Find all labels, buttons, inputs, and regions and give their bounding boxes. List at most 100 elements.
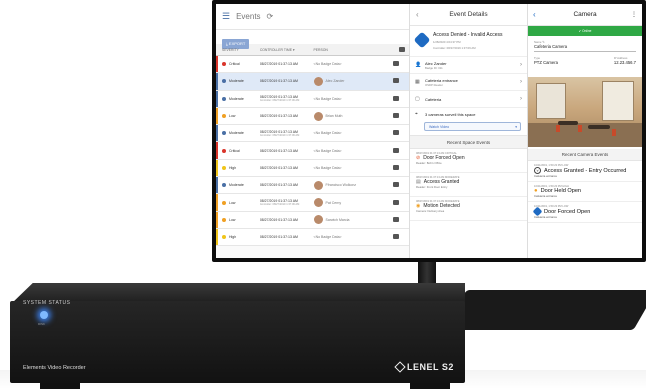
severity-icon <box>222 148 226 153</box>
cell-video[interactable] <box>393 61 409 67</box>
avatar <box>313 111 323 121</box>
cell-severity: Low <box>216 200 254 205</box>
table-row[interactable]: Low 08/27/2019 01:37:13 AM Sarwich Marcia <box>216 211 409 229</box>
camera-info: Name ✎ Cafeteria Camera Type PTZ Camera … <box>528 36 642 75</box>
time-text: 08/27/2019 01:37:13 AM <box>259 62 298 67</box>
event-details-pane: ‹ Event Details Access Denied - Invalid … <box>410 4 528 258</box>
feed-window-left <box>536 83 566 119</box>
severity-text: Critical <box>229 148 240 153</box>
event-name-text: Door Forced Open <box>544 208 591 215</box>
severity-icon <box>222 165 226 170</box>
table-row[interactable]: Low 08/27/2019 01:37:13 AM Brian Muth <box>216 107 409 126</box>
watch-video-dropdown[interactable]: Watch Video ▾ <box>424 122 521 131</box>
event-details-header: ‹ Event Details <box>410 4 527 26</box>
chevron-right-icon: › <box>520 79 522 85</box>
back-chevron-icon[interactable]: ‹ <box>416 10 419 19</box>
time-text: 08/27/2019 01:37:13 AM <box>259 183 298 188</box>
cell-time: 08/27/2019 01:37:13 AM <box>254 114 308 118</box>
export-icon: ⤓ <box>226 41 228 46</box>
list-item[interactable]: 08/27/2019 01:37:13 AM CRITICAL ⊘ Door For… <box>410 149 527 173</box>
chevron-right-icon: › <box>520 62 522 68</box>
controller-sub-text: Controller: 08/27/2019 1:37:06 AM <box>259 203 300 207</box>
list-item[interactable]: 10/21/2019, 1:50:23 PM LOW ˅ Access Grante… <box>528 161 642 182</box>
cell-video[interactable] <box>393 130 409 136</box>
cell-time: 08/27/2019 01:37:13 AM <box>254 183 308 187</box>
column-person[interactable]: PERSON <box>308 48 394 52</box>
person-text: Alec Zander <box>325 79 345 84</box>
camera-title: Camera <box>573 11 597 18</box>
controller-sub-text: Controller: 08/27/2019 1:37:06 AM <box>259 133 300 137</box>
recorder-foot <box>40 383 80 389</box>
cell-severity: High <box>216 165 254 170</box>
list-item[interactable]: 08/27/2019 01:37:13 AM MODERATE ◉ Motion D… <box>410 197 527 221</box>
table-row[interactable]: Moderate 08/27/2019 01:37:13 AM Ffrancisco… <box>216 177 409 195</box>
table-row[interactable]: Low 08/27/2019 01:37:13 AM Controller: 08/… <box>216 194 409 212</box>
cell-person: <No Badge Data> <box>308 131 394 135</box>
avatar <box>313 76 323 86</box>
list-item[interactable]: 08/27/2019 01:37:13 AM MODERATE ▤ Access G… <box>410 173 527 197</box>
severity-bar <box>216 56 218 73</box>
cell-video[interactable] <box>393 95 409 102</box>
table-row[interactable]: Moderate 08/27/2019 01:37:13 AM Controller… <box>216 125 409 143</box>
list-item[interactable]: 10/21/2019, 1:50:23 PM HIGH ● Door Held Op… <box>528 182 642 202</box>
table-row[interactable]: High 08/27/2019 01:37:13 AM <No Badge Data… <box>216 159 409 178</box>
camera-name-value: Cafeteria Camera <box>534 44 636 52</box>
cell-video[interactable] <box>393 147 409 154</box>
time-text: 08/27/2019 01:37:13 AM <box>259 79 298 84</box>
cell-person: Ffrancisco Wolkonz <box>308 180 394 190</box>
cell-video[interactable] <box>393 78 409 84</box>
list-item[interactable]: 10/21/2019, 1:50:23 PM LOW Door Forced Op… <box>528 202 642 223</box>
menu-icon[interactable]: ☰ <box>222 11 230 22</box>
person-text: Sarwich Marcia <box>325 217 350 222</box>
camera-ip-value: 12.23.456.7 <box>613 60 636 65</box>
back-chevron-icon[interactable]: ‹ <box>533 10 536 19</box>
monitor-stand-base <box>443 290 646 330</box>
camera-props: Type PTZ Camera IP Address 12.23.456.7 <box>534 56 636 71</box>
severity-bar <box>216 107 218 125</box>
person-text: <No Badge Data> <box>313 165 342 170</box>
cell-time: 08/27/2019 01:37:13 AM Controller: 08/27/… <box>254 95 308 102</box>
table-row[interactable]: Moderate 08/27/2019 01:37:13 AM Controller… <box>216 90 409 108</box>
table-row[interactable]: High 08/27/2019 01:37:13 AM <No Badge Data… <box>216 228 409 247</box>
camera-video-feed[interactable] <box>528 77 642 147</box>
refresh-icon[interactable]: ⟳ <box>267 12 274 21</box>
column-controller-time[interactable]: CONTROLLER TIME ▾ <box>254 48 308 52</box>
person-badge: Badge ID: 011 <box>425 65 443 70</box>
person-text: Brian Muth <box>325 114 343 119</box>
table-row[interactable]: Critical 08/27/2019 01:37:13 AM <No Badge … <box>216 56 409 74</box>
table-row[interactable]: Critical 08/27/2019 01:37:13 AM <No Badge … <box>216 142 409 160</box>
more-options-icon[interactable]: ⋮ <box>631 11 637 18</box>
cell-video[interactable] <box>393 113 409 119</box>
cell-video[interactable] <box>393 182 409 188</box>
severity-icon <box>222 235 226 240</box>
cell-video[interactable] <box>393 216 409 223</box>
table-row[interactable]: Moderate 08/27/2019 01:37:13 AM Alec Zande… <box>216 73 409 91</box>
cell-video[interactable] <box>393 234 409 240</box>
brand-logo: LENEL S2 <box>394 361 454 373</box>
cell-video[interactable] <box>393 164 409 171</box>
cell-time: 08/27/2019 01:37:13 AM <box>254 149 308 153</box>
controller-sub-text: Controller: 08/27/2019 1:37:06 AM <box>259 99 300 103</box>
cell-time: 08/27/2019 01:37:13 AM <box>254 235 308 239</box>
chevron-down-icon: ˅ <box>534 167 541 174</box>
space-name: Cafeteria <box>425 96 442 102</box>
person-text: Ffrancisco Wolkonz <box>325 183 357 188</box>
cell-video[interactable] <box>393 199 409 206</box>
severity-text: Low <box>229 200 236 205</box>
cell-severity: Moderate <box>216 96 254 101</box>
recorder-foot <box>410 383 450 389</box>
person-row[interactable]: 👤 Alec Zander Badge ID: 011 › <box>410 57 527 74</box>
video-icon <box>393 113 400 119</box>
reader-row[interactable]: ▦ Cafeteria entrance OSDP Reader › <box>410 74 527 91</box>
events-table-body: Critical 08/27/2019 01:37:13 AM <No Badge … <box>216 56 409 247</box>
column-severity[interactable]: SEVERITY <box>216 48 254 52</box>
cameras-text: 3 cameras surveil this space <box>425 111 476 117</box>
person-text: <No Badge Data> <box>313 62 342 67</box>
video-icon <box>393 216 400 222</box>
space-row[interactable]: ▢ Cafeteria › <box>410 91 527 108</box>
time-text: 08/27/2019 01:37:13 AM <box>259 165 298 170</box>
cell-severity: Moderate <box>216 183 254 188</box>
chevron-down-icon: ▾ <box>515 125 517 129</box>
severity-text: High <box>229 165 237 170</box>
event-controller-time: Controller: 08/27/2019 1:37:06 AM <box>433 46 476 50</box>
